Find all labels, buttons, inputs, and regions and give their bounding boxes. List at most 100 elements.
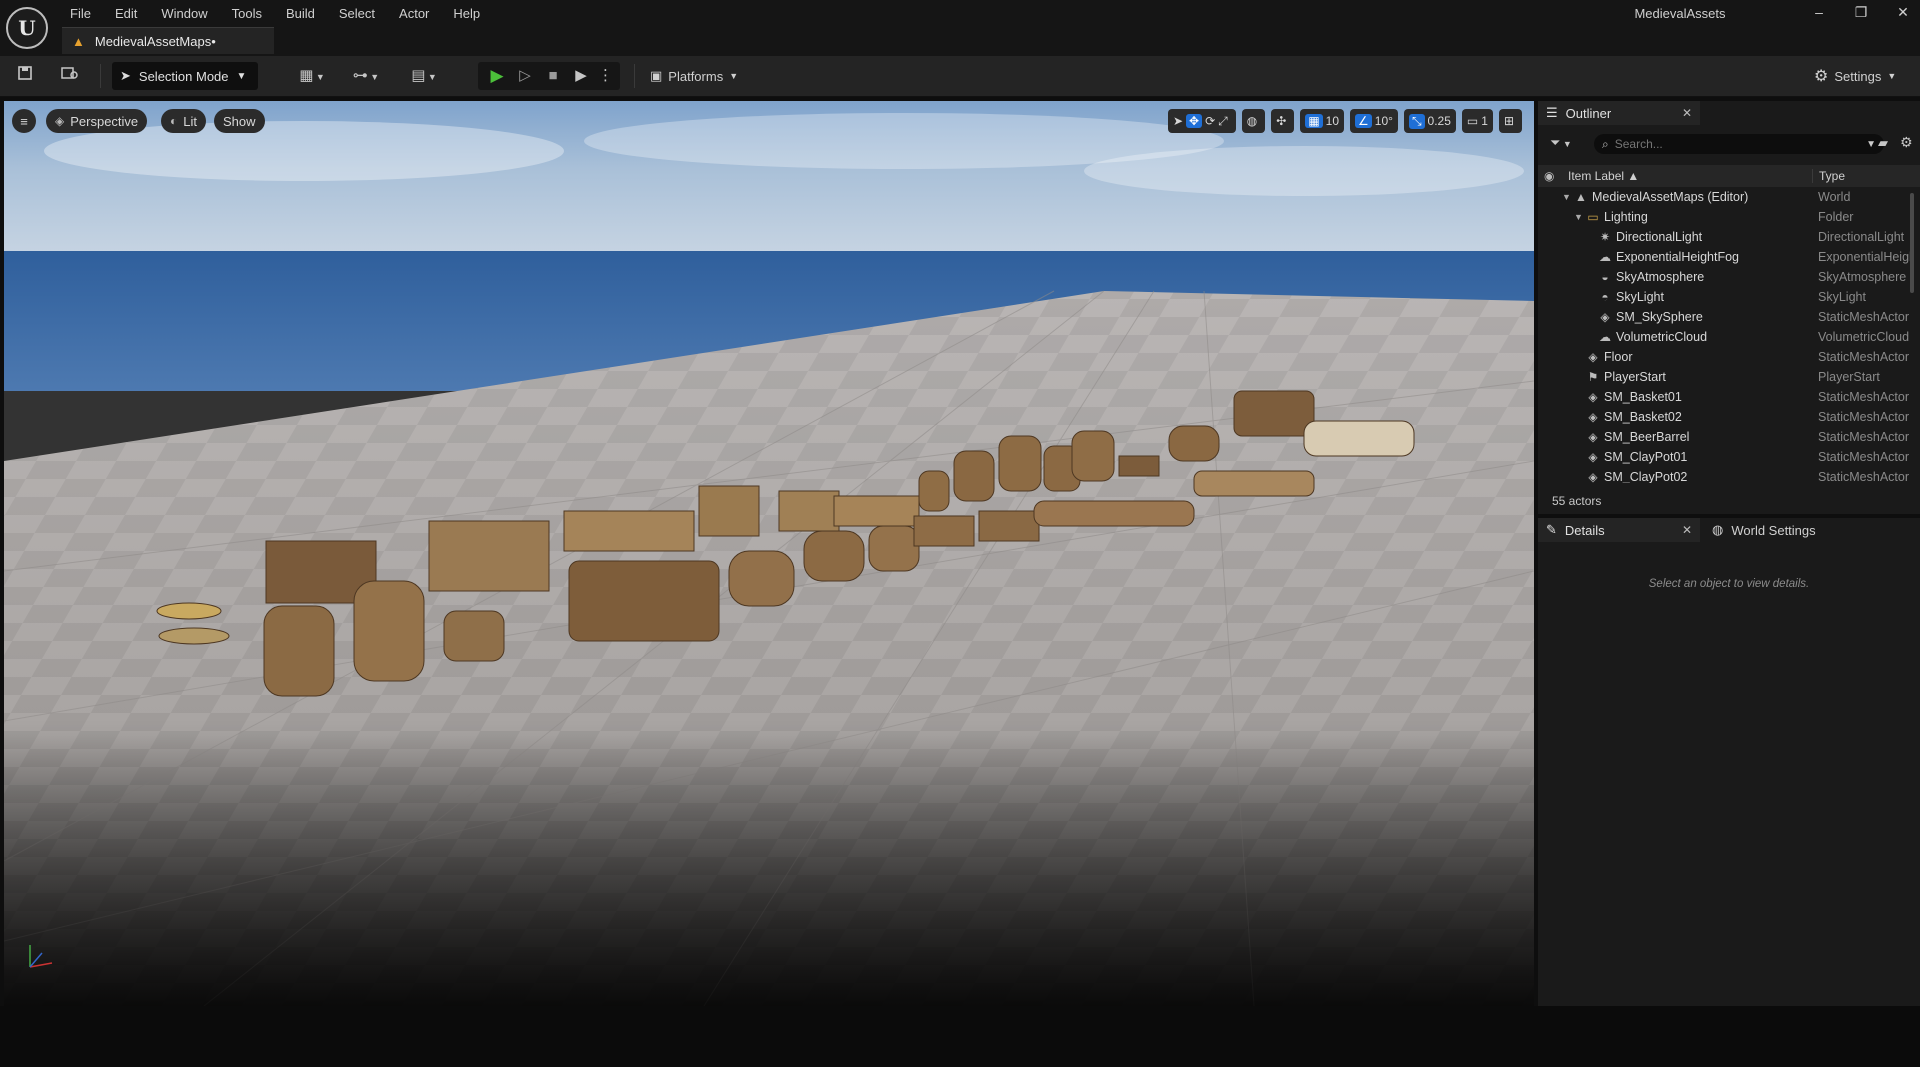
menu-file[interactable]: File <box>58 2 103 24</box>
menu-tools[interactable]: Tools <box>220 2 274 24</box>
viewport-transform-tools: ➤ ✥ ⟳ ⤢ ◍ ✣ ▦ 10 ∠ 10° ⤡ 0.25 ▭ 1 ⊞ <box>1167 109 1522 133</box>
angle-icon: ∠ <box>1355 114 1372 128</box>
rotation-snap-value[interactable]: 10° <box>1375 114 1393 128</box>
outliner-row-type: StaticMeshActor <box>1818 410 1910 424</box>
outliner-row-label: SM_BeerBarrel <box>1604 430 1690 444</box>
eject-icon[interactable]: ▶ <box>570 65 592 87</box>
expand-arrow-icon[interactable]: ▼ <box>1562 192 1571 202</box>
outliner-row[interactable]: ⚑ PlayerStart PlayerStart <box>1538 367 1910 387</box>
minimize-icon[interactable]: – <box>1804 2 1834 24</box>
rotation-snap-toggle[interactable]: ∠ 10° <box>1350 109 1398 133</box>
column-item-label[interactable]: Item Label ▲ <box>1568 169 1639 183</box>
menu-actor[interactable]: Actor <box>387 2 441 24</box>
outliner-row[interactable]: ◈ Floor StaticMeshActor <box>1538 347 1910 367</box>
menu-help[interactable]: Help <box>441 2 492 24</box>
outliner-row[interactable]: ☁ VolumetricCloud VolumetricCloud <box>1538 327 1910 347</box>
outliner-row[interactable]: ◓ SkyLight SkyLight <box>1538 287 1910 307</box>
unreal-logo-icon[interactable]: U <box>6 7 48 49</box>
outliner-tab[interactable]: ☰ Outliner ✕ <box>1538 101 1700 125</box>
content-browser-icon[interactable] <box>58 65 82 87</box>
outliner-row[interactable]: ◒ SkyAtmosphere SkyAtmosphere <box>1538 267 1910 287</box>
outliner-row[interactable]: ◈ SM_ClayPot01 StaticMeshActor <box>1538 447 1910 467</box>
platforms-dropdown[interactable]: ▣ Platforms ▼ <box>650 65 738 87</box>
static-mesh-icon: ◈ <box>1588 410 1598 424</box>
rotate-tool-icon[interactable]: ⟳ <box>1205 114 1215 128</box>
title-bar: U File Edit Window Tools Build Select Actor Hel… <box>0 0 1920 56</box>
advance-frame-icon[interactable]: ▷ <box>514 65 536 87</box>
viewport-layout-button[interactable]: ⊞ <box>1498 109 1522 133</box>
static-mesh-icon: ◈ <box>1588 450 1598 464</box>
outliner-search-box[interactable]: ⌕ ▼ <box>1594 134 1884 154</box>
close-icon[interactable]: ✕ <box>1682 523 1692 537</box>
outliner-row-label: MedievalAssetMaps (Editor) <box>1592 190 1749 204</box>
stop-icon[interactable]: ■ <box>542 65 564 87</box>
project-name: MedievalAssets <box>1634 6 1726 21</box>
play-icon[interactable]: ▶ <box>486 65 508 87</box>
outliner-row[interactable]: ▼ ▭ Lighting Folder <box>1538 207 1910 227</box>
chevron-down-icon[interactable]: ▼ <box>1866 139 1876 150</box>
outliner-row[interactable]: ◈ SM_Basket02 StaticMeshActor <box>1538 407 1910 427</box>
world-local-toggle[interactable]: ◍ <box>1241 109 1266 133</box>
show-button[interactable]: Show <box>214 109 265 133</box>
camera-speed-button[interactable]: ▭ 1 <box>1461 109 1493 133</box>
grid-snap-toggle[interactable]: ▦ 10 <box>1300 109 1345 133</box>
surface-snap-toggle[interactable]: ✣ <box>1271 109 1295 133</box>
outliner-row[interactable]: ☁ ExponentialHeightFog ExponentialHeightFo… <box>1538 247 1910 267</box>
expand-arrow-icon[interactable]: ▼ <box>1574 212 1583 222</box>
outliner-row[interactable]: ◈ SM_BeerBarrel StaticMeshActor <box>1538 427 1910 447</box>
outliner-scrollbar[interactable] <box>1910 193 1914 293</box>
outliner-row[interactable]: ◈ SM_Basket01 StaticMeshActor <box>1538 387 1910 407</box>
restore-icon[interactable]: ❐ <box>1846 2 1876 24</box>
outliner-row[interactable]: ◈ SM_SkySphere StaticMeshActor <box>1538 307 1910 327</box>
outliner-row-type: StaticMeshActor <box>1818 350 1910 364</box>
cinematics-icon[interactable]: ▤ ▼ <box>404 65 444 87</box>
platforms-label: Platforms <box>668 68 724 84</box>
scale-tool-icon[interactable]: ⤢ <box>1218 114 1228 129</box>
menu-build[interactable]: Build <box>274 2 327 24</box>
outliner-row-label: SM_ClayPot02 <box>1604 470 1688 483</box>
search-input[interactable] <box>1614 137 1835 151</box>
main-toolbar: ➤ Selection Mode ▼ ▦ ▼ ⊶ ▼ ▤ ▼ ▶ ▷ ■ ▶ ⋮… <box>0 56 1920 97</box>
status-bar <box>0 1006 1920 1067</box>
outliner-row[interactable]: ✷ DirectionalLight DirectionalLight <box>1538 227 1910 247</box>
grid-snap-value[interactable]: 10 <box>1326 114 1339 128</box>
viewport-menu-icon[interactable]: ≡ <box>12 109 36 133</box>
details-empty-message: Select an object to view details. <box>1648 578 1810 590</box>
level-viewport[interactable]: ≡ ◈ Perspective ◐ Lit Show ➤ ✥ ⟳ ⤢ ◍ ✣ ▦… <box>4 101 1534 1006</box>
column-type[interactable]: Type <box>1812 169 1845 183</box>
static-mesh-icon: ◈ <box>1588 430 1598 444</box>
perspective-button[interactable]: ◈ Perspective <box>46 109 148 133</box>
menu-window[interactable]: Window <box>149 2 219 24</box>
more-options-icon[interactable]: ⋮ <box>598 65 613 87</box>
world-settings-tab[interactable]: ◍ World Settings <box>1704 518 1854 542</box>
select-tool-icon[interactable]: ➤ <box>1173 114 1183 128</box>
play-controls: ▶ ▷ ■ ▶ ⋮ <box>478 62 620 90</box>
outliner-row-type: StaticMeshActor <box>1818 450 1910 464</box>
add-folder-icon[interactable]: ▰ <box>1878 135 1888 151</box>
scale-snap-toggle[interactable]: ⤡ 0.25 <box>1403 109 1456 133</box>
visibility-icon[interactable]: ◉ <box>1544 169 1554 183</box>
outliner-row-type: StaticMeshActor <box>1818 390 1910 404</box>
globe-icon: ◍ <box>1712 522 1724 537</box>
move-tool-icon[interactable]: ✥ <box>1186 114 1203 128</box>
settings-dropdown[interactable]: ⚙ Settings ▼ <box>1814 65 1896 87</box>
scale-snap-value[interactable]: 0.25 <box>1428 114 1451 128</box>
close-icon[interactable]: ✕ <box>1682 106 1692 120</box>
details-tab[interactable]: ✎ Details ✕ <box>1538 518 1700 542</box>
lit-button[interactable]: ◐ Lit <box>161 109 206 133</box>
outliner-row[interactable]: ◈ SM_ClayPot02 StaticMeshActor <box>1538 467 1910 483</box>
outliner-tab-label: Outliner <box>1565 105 1612 121</box>
menu-select[interactable]: Select <box>327 2 387 24</box>
gear-icon[interactable]: ⚙ <box>1900 134 1913 151</box>
document-tab[interactable]: ▲ MedievalAssetMaps• <box>62 27 274 54</box>
save-icon[interactable] <box>14 65 36 87</box>
blueprint-icon[interactable]: ⊶ ▼ <box>346 65 386 87</box>
filter-icon[interactable]: ⏷ ▼ <box>1550 135 1572 151</box>
add-actor-icon[interactable]: ▦ ▼ <box>292 65 332 87</box>
outliner-row[interactable]: ▼ ▲ MedievalAssetMaps (Editor) World <box>1538 187 1910 207</box>
selection-mode-label: Selection Mode <box>138 68 229 84</box>
outliner-row-type: World <box>1818 190 1851 204</box>
close-window-icon[interactable]: ✕ <box>1888 2 1918 24</box>
menu-edit[interactable]: Edit <box>103 2 149 24</box>
selection-mode-dropdown[interactable]: ➤ Selection Mode ▼ <box>112 62 258 90</box>
